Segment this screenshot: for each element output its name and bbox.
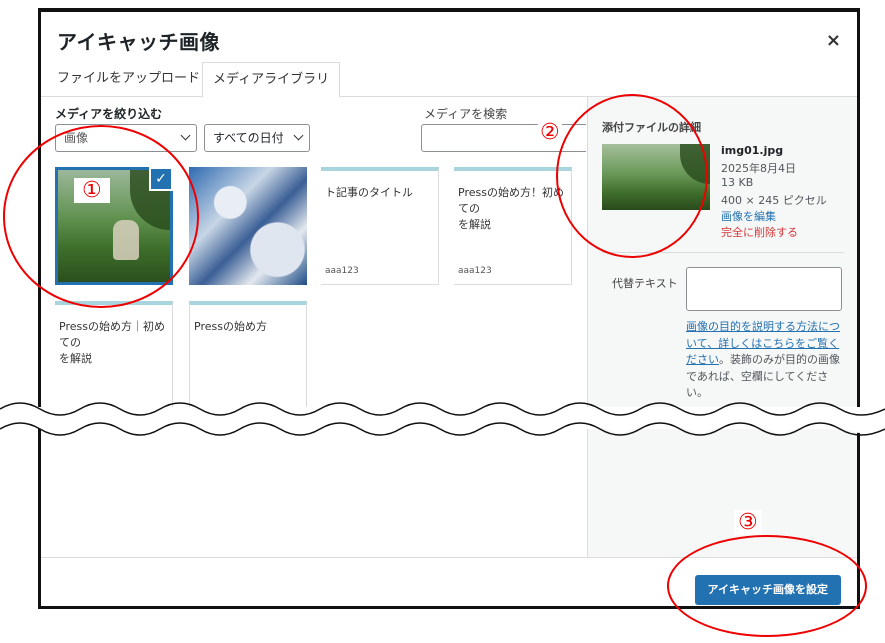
- annotation-number-2: ②: [538, 120, 562, 145]
- type-filter-value: 画像: [64, 131, 89, 145]
- check-icon[interactable]: ✓: [149, 167, 173, 191]
- annotation-number-1: ①: [74, 178, 110, 203]
- post-title: ト記事のタイトル: [325, 186, 413, 199]
- type-filter-select[interactable]: 画像: [55, 124, 197, 152]
- filter-label: メディアを絞り込む: [55, 107, 163, 121]
- tear-break: [0, 402, 885, 436]
- tab-upload[interactable]: ファイルをアップロード: [47, 62, 210, 96]
- modal-footer: アイキャッチ画像を設定: [41, 557, 857, 606]
- details-heading: 添付ファイルの詳細: [602, 121, 701, 134]
- set-featured-image-button[interactable]: アイキャッチ画像を設定: [694, 575, 841, 605]
- media-item-post[interactable]: ト記事のタイトル aaa123: [321, 167, 439, 285]
- delete-permanently-link[interactable]: 完全に削除する: [721, 224, 798, 240]
- post-title: Pressの始め方｜初めての を解説: [59, 320, 165, 365]
- date-filter-select[interactable]: すべての日付: [204, 124, 310, 152]
- edit-image-link[interactable]: 画像を編集: [721, 208, 776, 224]
- close-icon[interactable]: ×: [826, 30, 841, 51]
- chevron-down-icon: [293, 130, 304, 141]
- chevron-down-icon: [180, 130, 191, 141]
- attachment-date: 2025年8月4日: [721, 162, 796, 175]
- divider: [602, 252, 844, 253]
- annotation-number-3: ③: [734, 510, 762, 535]
- alt-text-label: 代替テキスト: [612, 277, 678, 290]
- tab-bar: ファイルをアップロード メディアライブラリ: [41, 62, 857, 98]
- media-item-post[interactable]: Pressの始め方！初めての を解説 aaa123: [454, 167, 572, 285]
- media-browser: メディアを絞り込む メディアを検索 画像 すべての日付 ✓ ト記事のタイトル a…: [41, 97, 586, 557]
- alt-text-input[interactable]: [686, 267, 842, 311]
- date-filter-value: すべての日付: [213, 131, 284, 145]
- post-author: aaa123: [458, 266, 492, 276]
- attachment-thumbnail: [602, 144, 710, 210]
- post-title: Pressの始め方！初めての を解説: [458, 186, 564, 231]
- attachment-details-sidebar: 添付ファイルの詳細 img01.jpg 2025年8月4日 13 KB 400 …: [587, 97, 857, 557]
- media-item-clock-image[interactable]: [189, 167, 307, 285]
- tab-media-library[interactable]: メディアライブラリ: [202, 62, 341, 98]
- post-title: Pressの始め方: [194, 320, 267, 333]
- media-item-selected[interactable]: ✓: [55, 167, 173, 285]
- attachment-dimensions: 400 × 245 ピクセル: [721, 194, 827, 207]
- attachment-filename: img01.jpg: [721, 144, 784, 157]
- alt-help: 画像の目的を説明する方法について、詳しくはこちらをご覧ください。装飾のみが目的の…: [686, 319, 846, 402]
- search-label: メディアを検索: [424, 107, 508, 121]
- attachment-size: 13 KB: [721, 176, 754, 189]
- modal-title: アイキャッチ画像: [57, 30, 220, 54]
- post-author: aaa123: [325, 266, 359, 276]
